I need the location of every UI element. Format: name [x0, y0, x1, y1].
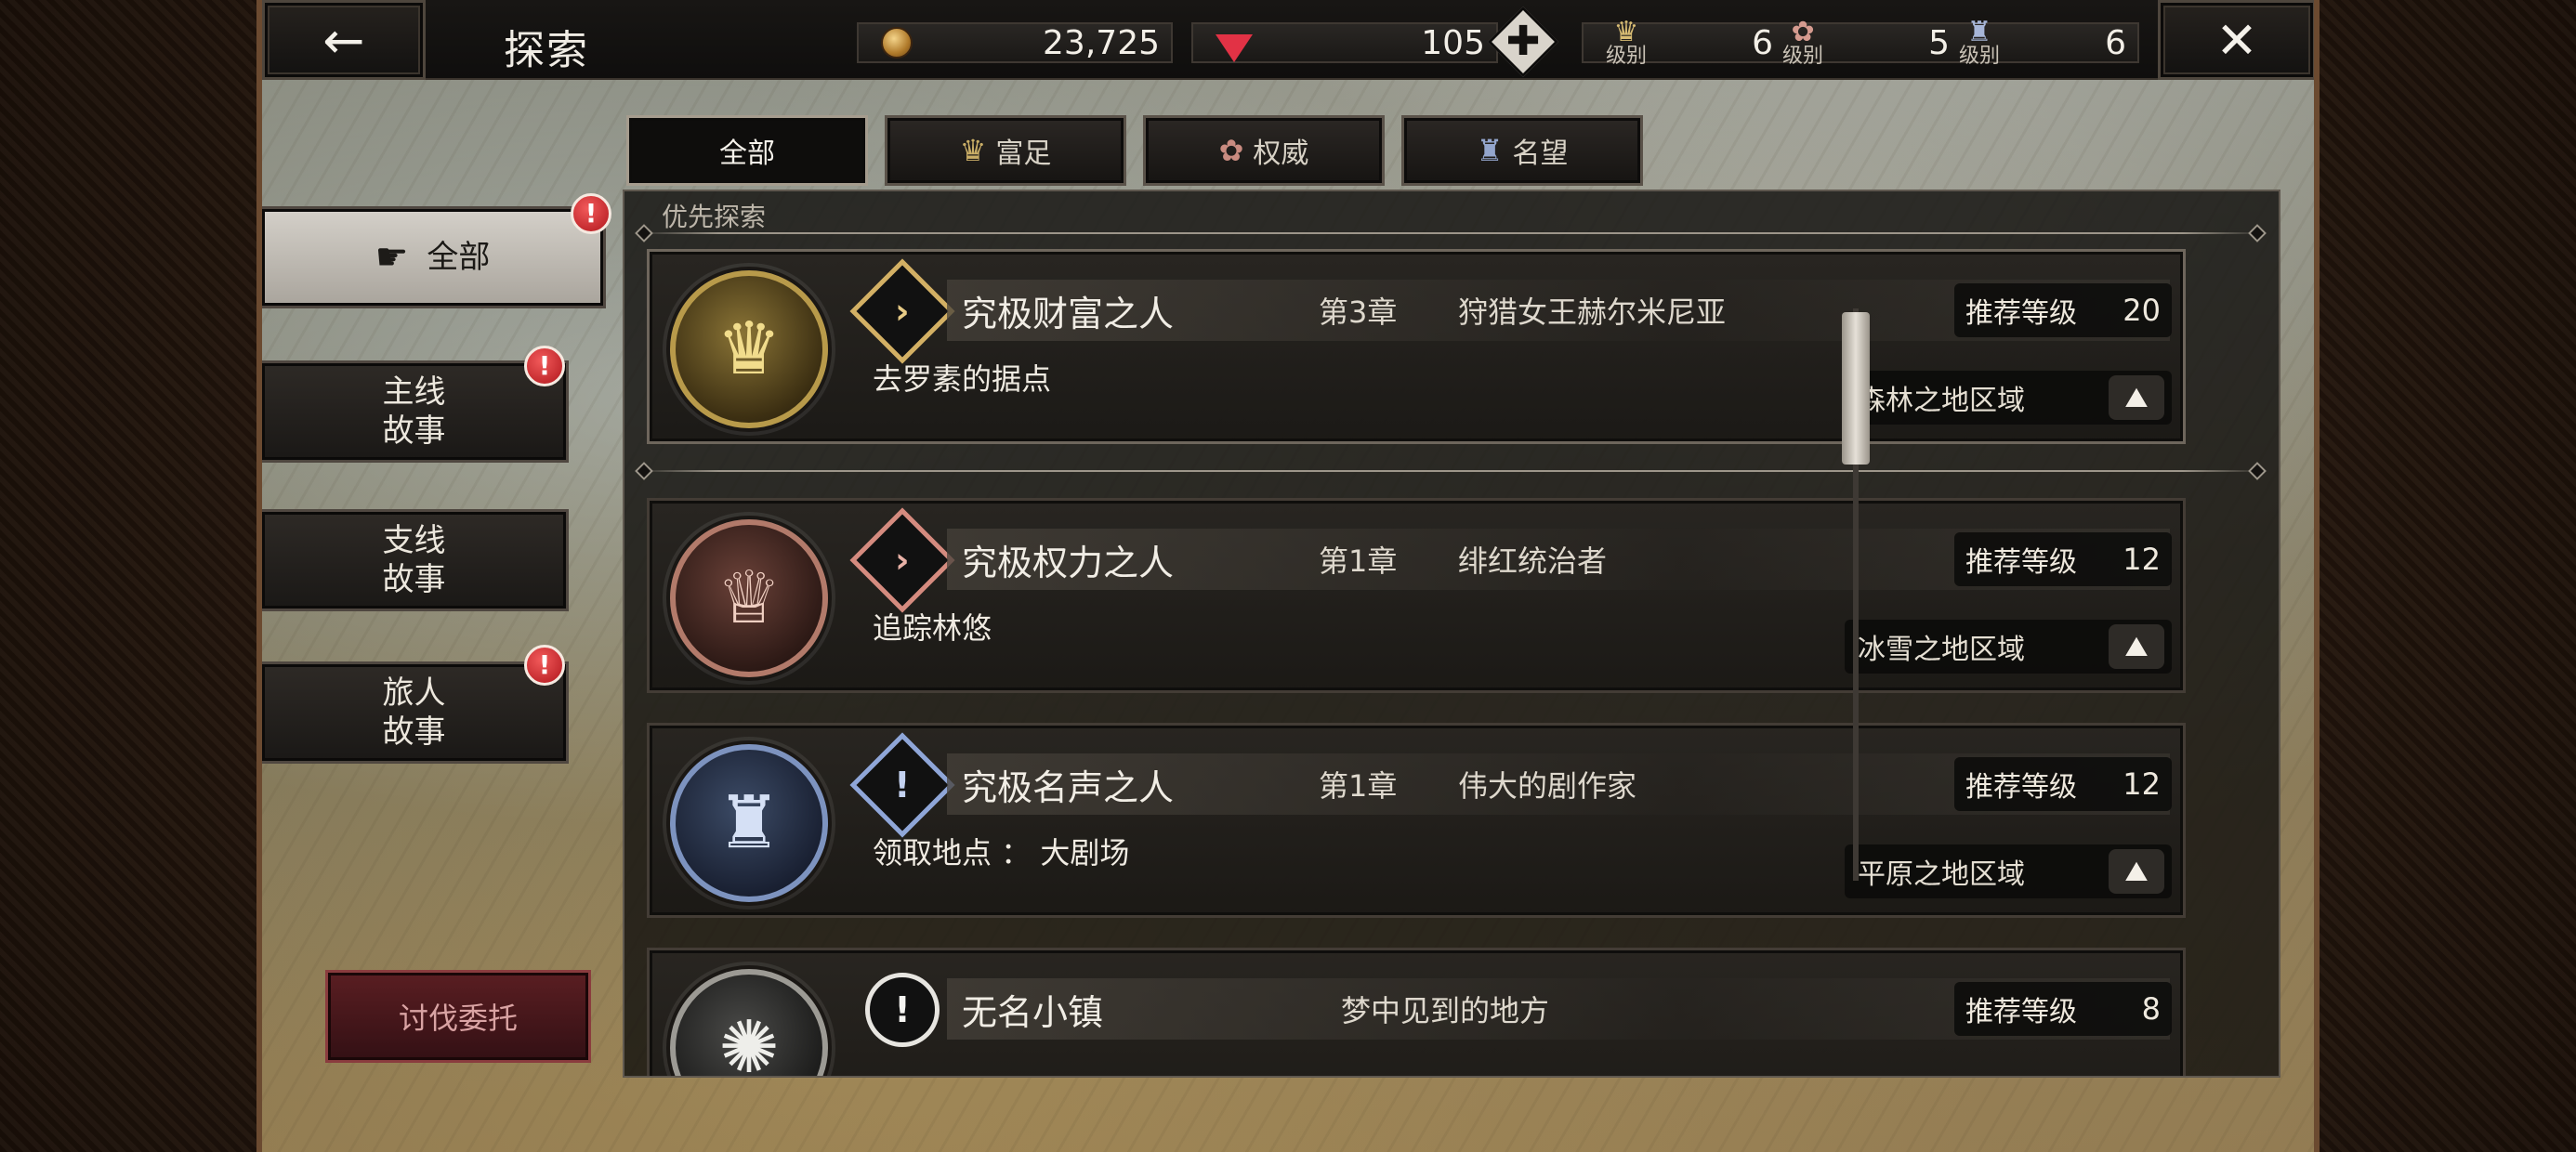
quest-region[interactable]: 冰雪之地区域 ⛰: [1845, 620, 2172, 674]
gold-amount: 23,725: [1043, 23, 1160, 62]
tab-all[interactable]: 全部: [626, 115, 868, 186]
map-region-icon: ⛰: [2109, 624, 2164, 669]
back-button[interactable]: ←: [262, 0, 426, 80]
quest-chapter-title: 狩猎女王赫尔米尼亚: [1458, 295, 1727, 330]
power-level-value: 5: [1928, 23, 1950, 62]
quest-name: 究极名声之人: [962, 767, 1175, 808]
wealth-level-value: 6: [1752, 23, 1773, 62]
arrow-left-icon: ←: [322, 10, 365, 70]
power-level: ✿ 级别 5: [1782, 19, 1950, 67]
plus-icon: ✚: [1505, 18, 1541, 65]
quest-chapter-title: 绯红统治者: [1458, 543, 1608, 579]
divider: [637, 232, 2264, 234]
recommended-level: 推荐等级 12: [1954, 532, 2172, 586]
wealth-level: ♛ 级别 6: [1606, 19, 1773, 67]
add-gems-button[interactable]: ✚: [1487, 6, 1559, 78]
quest-region[interactable]: 平原之地区域 ⛰: [1845, 844, 2172, 898]
quest-chapter-title: 梦中见到的地方: [1341, 993, 1550, 1028]
nav-traveler-story[interactable]: 旅人 故事: [262, 661, 569, 764]
divider: [637, 470, 2264, 472]
ruby-gem-icon: [1216, 34, 1253, 62]
fame-crest-icon: ♜: [1476, 133, 1504, 168]
quest-region[interactable]: 森林之地区域 ⛰: [1845, 371, 2172, 425]
gold-coin-icon: [881, 27, 913, 59]
quest-type-icon: ›: [849, 258, 955, 364]
fame-level-value: 6: [2105, 23, 2126, 62]
fame-crest-icon: ♜ 级别: [1959, 16, 2001, 68]
fame-emblem-icon: ♜: [670, 744, 828, 902]
quest-list-panel: 优先探索 ♛ › 究极财富之人 第3章 狩猎女王赫尔米尼亚 推荐等级 20 去罗素…: [623, 190, 2280, 1078]
map-region-icon: ⛰: [2109, 375, 2164, 420]
power-emblem-icon: ♕: [670, 519, 828, 677]
recommended-level: 推荐等级 12: [1954, 757, 2172, 811]
notification-badge: !: [524, 645, 565, 686]
quest-objective: 去罗素的据点: [873, 361, 1052, 397]
quest-objective: 领取地点 ： 大剧场: [873, 835, 1130, 871]
subdue-request-button[interactable]: 讨伐委托: [325, 970, 591, 1063]
close-x-icon: ✕: [2215, 10, 2258, 70]
tab-fame[interactable]: ♜ 名望: [1401, 115, 1643, 186]
power-crest-icon: ✿ 级别: [1782, 16, 1824, 68]
map-region-icon: ⛰: [2109, 849, 2164, 894]
page-title: 探索: [504, 27, 589, 74]
quest-card-power[interactable]: ♕ › 究极权力之人 第1章 绯红统治者 推荐等级 12 追踪林悠 冰雪之地区域 …: [647, 498, 2186, 693]
fame-level: ♜ 级别 6: [1959, 19, 2126, 67]
top-bar: ← 探索 23,725 105 ✚ ♛ 级别 6 ✿ 级别 5 ♜ 级别 6 ✕: [262, 0, 2314, 80]
nav-all[interactable]: ☛ 全部: [262, 206, 606, 308]
town-emblem-icon: ✺: [670, 969, 828, 1076]
section-title: 优先探索: [662, 202, 767, 232]
quest-type-icon: !: [856, 963, 949, 1056]
quest-objective: 追踪林悠: [873, 610, 992, 646]
quest-card-fame[interactable]: ♜ ! 究极名声之人 第1章 伟大的剧作家 推荐等级 12 领取地点 ： 大剧场 …: [647, 723, 2186, 918]
close-button[interactable]: ✕: [2158, 0, 2314, 80]
wealth-emblem-icon: ♛: [670, 270, 828, 428]
quest-chapter-title: 伟大的剧作家: [1458, 768, 1637, 804]
quest-name: 究极财富之人: [962, 294, 1175, 334]
scrollbar-thumb[interactable]: [1842, 312, 1870, 465]
nav-side-story[interactable]: 支线 故事: [262, 509, 569, 611]
recommended-level: 推荐等级 8: [1954, 982, 2172, 1036]
tab-wealth[interactable]: ♛ 富足: [885, 115, 1126, 186]
crest-levels-bar: ♛ 级别 6 ✿ 级别 5 ♜ 级别 6: [1582, 19, 2139, 67]
quest-chapter: 第1章: [1319, 543, 1398, 579]
recommended-level: 推荐等级 20: [1954, 283, 2172, 337]
wealth-crest-icon: ♛ 级别: [1606, 16, 1648, 68]
quest-card-nameless-town[interactable]: ✺ ! 无名小镇 梦中见到的地方 推荐等级 8: [647, 948, 2186, 1076]
notification-badge: !: [571, 193, 611, 234]
gem-counter: 105: [1191, 22, 1498, 63]
quest-name: 无名小镇: [962, 992, 1104, 1033]
tab-authority[interactable]: ✿ 权威: [1143, 115, 1385, 186]
gem-amount: 105: [1421, 23, 1485, 62]
quest-type-icon: !: [849, 732, 955, 838]
nav-main-story[interactable]: 主线 故事: [262, 360, 569, 463]
quest-name: 究极权力之人: [962, 543, 1175, 583]
quest-type-icon: ›: [849, 507, 955, 613]
quest-chapter: 第3章: [1319, 295, 1398, 330]
main-frame: ← 探索 23,725 105 ✚ ♛ 级别 6 ✿ 级别 5 ♜ 级别 6 ✕…: [256, 0, 2320, 1152]
gold-counter: 23,725: [857, 22, 1173, 63]
wealth-crest-icon: ♛: [959, 133, 987, 168]
notification-badge: !: [524, 346, 565, 386]
quest-card-wealth[interactable]: ♛ › 究极财富之人 第3章 狩猎女王赫尔米尼亚 推荐等级 20 去罗素的据点 森…: [647, 249, 2186, 444]
pointing-hand-icon: ☛: [375, 236, 409, 279]
power-crest-icon: ✿: [1218, 133, 1244, 168]
quest-chapter: 第1章: [1319, 768, 1398, 804]
